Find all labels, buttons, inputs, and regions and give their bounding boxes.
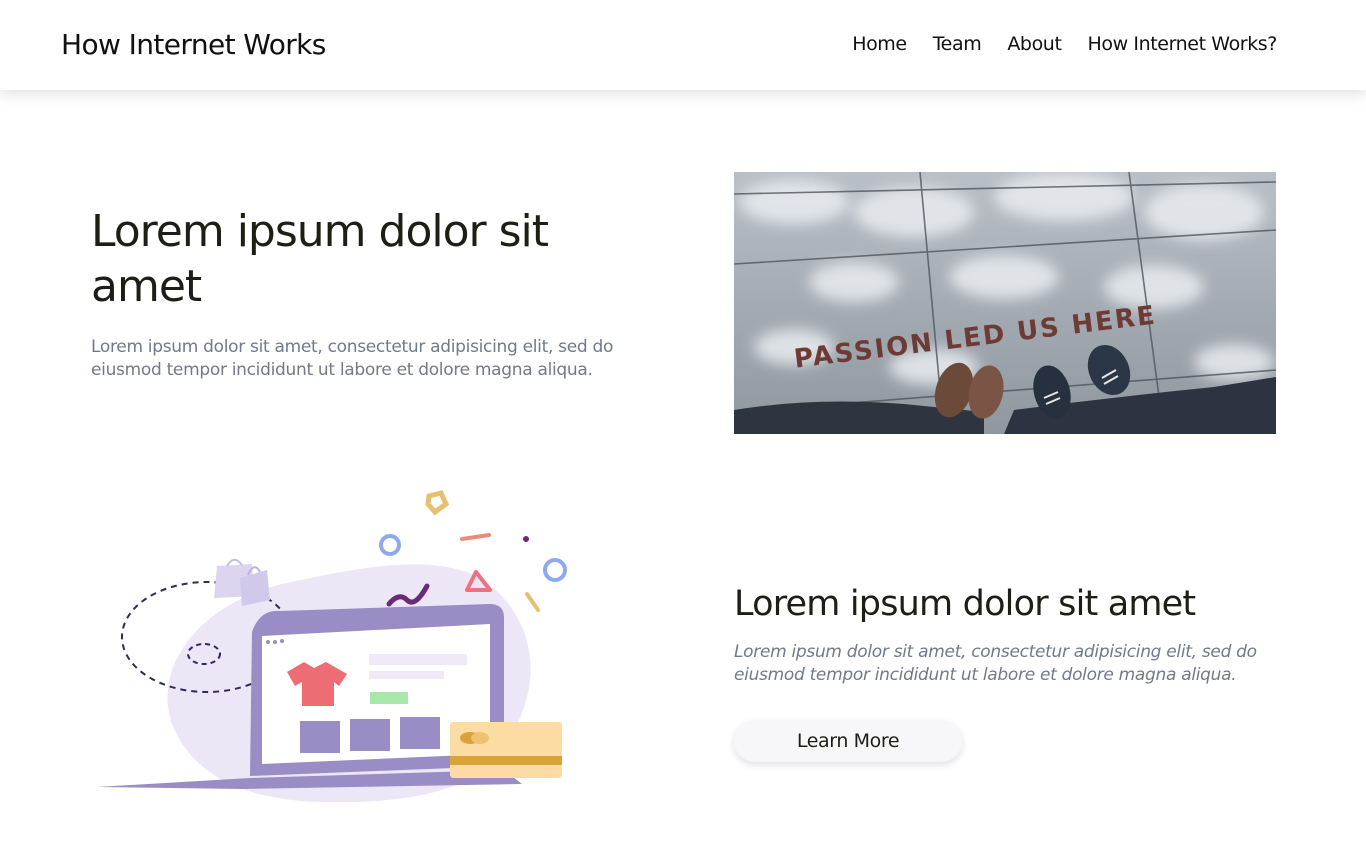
shopping-bags-icon bbox=[214, 558, 270, 606]
price-tag-bar bbox=[370, 692, 408, 704]
feature-title: Lorem ipsum dolor sit amet bbox=[734, 584, 1196, 624]
hero-title: Lorem ipsum dolor sit amet bbox=[91, 206, 549, 312]
hero-text: Lorem ipsum dolor sit amet, consectetur … bbox=[91, 337, 614, 380]
hero-photo-graphic: PASSION LED US HERE bbox=[734, 172, 1276, 434]
nav-link-team[interactable]: Team bbox=[933, 33, 982, 55]
hero-photo: PASSION LED US HERE bbox=[734, 172, 1276, 434]
nav-link-home[interactable]: Home bbox=[852, 33, 907, 55]
laptop-shopping-graphic bbox=[97, 490, 567, 803]
nav-link-how-internet-works[interactable]: How Internet Works? bbox=[1088, 33, 1278, 55]
ecommerce-illustration bbox=[92, 484, 572, 814]
brand-logo-link[interactable]: How Internet Works bbox=[61, 28, 326, 61]
credit-card-icon bbox=[450, 722, 562, 778]
learn-more-button[interactable]: Learn More bbox=[734, 720, 962, 762]
feature-text: Lorem ipsum dolor sit amet, consectetur … bbox=[734, 642, 1257, 685]
navbar: How Internet Works Home Team About How I… bbox=[0, 0, 1366, 90]
nav-menu: Home Team About How Internet Works? bbox=[852, 33, 1277, 55]
nav-link-about[interactable]: About bbox=[1007, 33, 1062, 55]
